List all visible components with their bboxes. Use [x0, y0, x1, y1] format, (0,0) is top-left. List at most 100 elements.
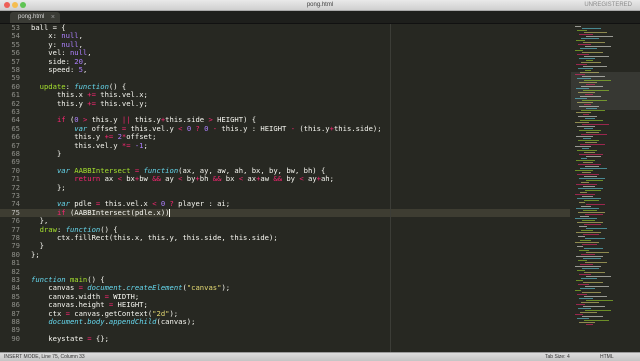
minimap-line: [585, 310, 611, 311]
minimap-line: [583, 162, 593, 163]
minimap-line: [579, 34, 593, 35]
code-token: "canvas": [186, 283, 222, 293]
minimap-line: [576, 64, 587, 65]
minimap-line: [582, 268, 599, 269]
minimap-line: [580, 192, 587, 193]
minimap-line: [584, 272, 605, 273]
minimap-line: [584, 296, 607, 297]
minimap-line: [580, 288, 595, 289]
minimap-line: [581, 134, 607, 135]
code-token: bw: [139, 174, 153, 184]
code-text: };: [31, 183, 66, 192]
code-line[interactable]: 75 if (AABBIntersect(pdle.x)): [0, 208, 570, 218]
code-line[interactable]: 68 }: [0, 149, 570, 158]
code-token: ,: [82, 65, 88, 74]
minimap-line: [583, 306, 605, 307]
minimap-line: [580, 48, 597, 49]
minimap-line: [578, 164, 601, 165]
minimap-line: [584, 104, 591, 105]
code-token: by: [182, 174, 196, 184]
code-editor[interactable]: 53 ball = {54 x: null, 55 y: null, 56 vel: …: [0, 24, 570, 352]
code-token: ay: [303, 174, 317, 184]
minimap-line: [580, 72, 599, 73]
code-token: by: [282, 174, 300, 184]
minimap-line: [577, 126, 595, 127]
minimap-line: [576, 280, 583, 281]
minimap-line: [576, 232, 601, 233]
minimap-line: [575, 26, 581, 27]
minimap-line: [581, 206, 591, 207]
code-token: &&: [273, 174, 283, 184]
code-line[interactable]: 88 document.body.appendChild(canvas);: [0, 317, 570, 326]
minimap-line: [586, 228, 607, 229]
minimap-line: [579, 202, 585, 203]
minimap-line: [583, 210, 597, 211]
minimap-line: [582, 196, 593, 197]
code-text: this.y += this.vel.y;: [31, 98, 148, 108]
minimap-line: [585, 166, 599, 167]
minimap-line: [581, 182, 589, 183]
code-line[interactable]: 54 x: null,: [0, 31, 570, 40]
minimap-line: [578, 188, 603, 189]
minimap-line: [586, 132, 599, 133]
code-token: speed:: [31, 65, 79, 74]
code-line[interactable]: 72 };: [0, 183, 570, 192]
minimap-line: [577, 150, 597, 151]
code-text: speed: 5,: [31, 65, 88, 74]
code-token: +=: [87, 98, 96, 108]
minimap[interactable]: [571, 24, 640, 352]
code-line[interactable]: 53 ball = {: [0, 24, 570, 32]
minimap-line: [582, 28, 601, 29]
minimap-line: [580, 168, 607, 169]
minimap-line: [576, 112, 591, 113]
tab-close-icon[interactable]: ×: [43, 12, 55, 23]
code-token: bx: [121, 174, 135, 184]
minimap-line: [582, 100, 607, 101]
code-token: ax: [100, 174, 118, 184]
text-cursor: [169, 208, 170, 217]
code-line[interactable]: 62 this.y += this.vel.y;: [0, 98, 570, 108]
code-token: ,: [87, 48, 92, 58]
minimap-line: [586, 108, 597, 109]
code-line[interactable]: 90 keystate = {};: [0, 334, 570, 343]
minimap-line: [583, 114, 589, 115]
code-line[interactable]: 81: [0, 258, 570, 267]
minimap-line: [575, 242, 599, 243]
code-token: ax: [243, 174, 257, 184]
code-text: };: [31, 250, 40, 259]
code-line[interactable]: 67 this.vel.y *= -1;: [0, 141, 570, 150]
code-text: document.body.appendChild(canvas);: [31, 317, 196, 326]
minimap-line: [578, 44, 591, 45]
minimap-line: [582, 316, 603, 317]
code-line[interactable]: 58 speed: 5,: [0, 65, 570, 74]
minimap-line: [585, 142, 597, 143]
code-token: bx: [221, 174, 239, 184]
minimap-line: [575, 194, 595, 195]
minimap-line: [585, 262, 607, 263]
tab-bar: pong.html ×: [0, 11, 640, 24]
minimap-line: [576, 160, 595, 161]
minimap-line: [584, 128, 593, 129]
code-token: (canvas);: [156, 317, 196, 326]
minimap-line: [579, 250, 589, 251]
minimap-line: [575, 50, 583, 51]
minimap-line: [576, 304, 585, 305]
minimap-line: [586, 36, 613, 37]
tab-label: pong.html: [18, 14, 45, 20]
code-line[interactable]: 71 return ax < bx+bw && ay < by+bh && bx…: [0, 174, 570, 184]
code-line[interactable]: 80};: [0, 250, 570, 259]
tab-pong-html[interactable]: pong.html ×: [10, 12, 60, 23]
minimap-line: [582, 244, 597, 245]
code-line[interactable]: 78 ctx.fillRect(this.x, this.y, this.sid…: [0, 233, 570, 242]
minimap-line: [585, 46, 611, 47]
code-line[interactable]: 79 }: [0, 241, 570, 250]
minimap-line: [584, 248, 603, 249]
minimap-line: [579, 154, 603, 155]
minimap-line: [575, 98, 587, 99]
minimap-line: [581, 230, 593, 231]
minimap-line: [578, 284, 589, 285]
minimap-line: [584, 176, 597, 177]
minimap-line: [580, 96, 601, 97]
minimap-line: [575, 146, 591, 147]
minimap-line: [581, 62, 601, 63]
